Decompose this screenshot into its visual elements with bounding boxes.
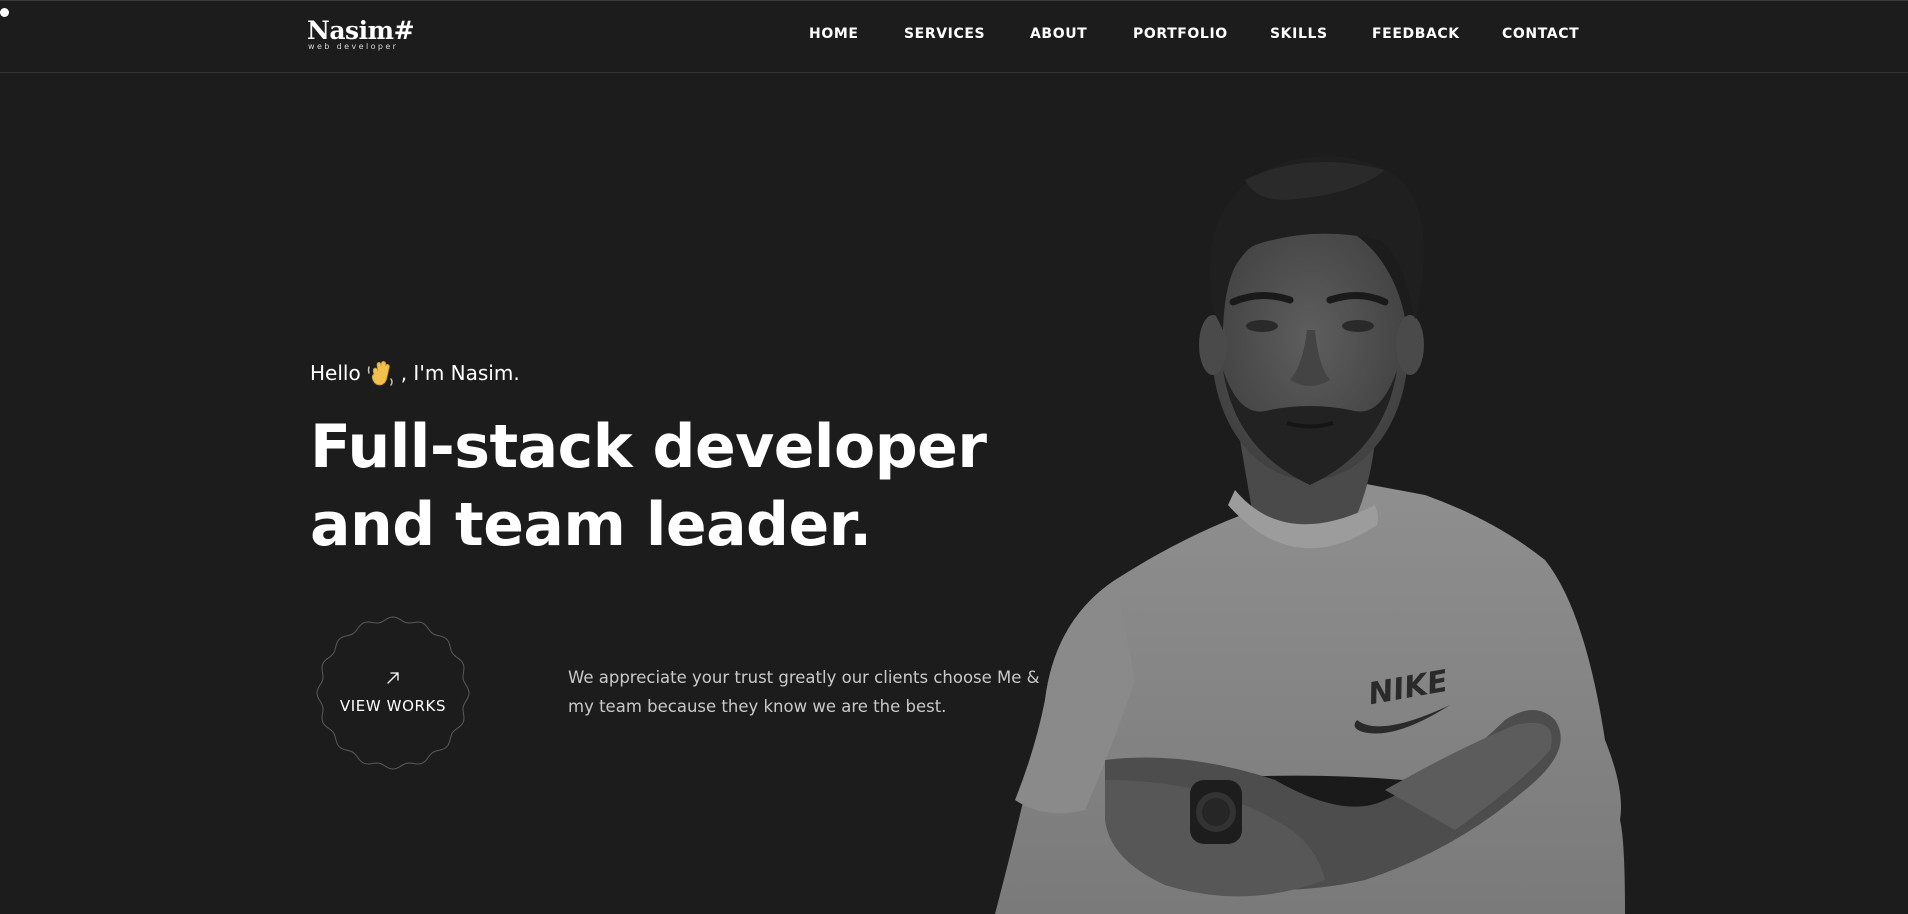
nav-services[interactable]: SERVICES <box>904 26 985 42</box>
cursor-dot <box>0 8 9 17</box>
brand-name: Nasim# <box>307 16 415 45</box>
nav-home[interactable]: HOME <box>809 26 859 42</box>
greeting-name: , I'm Nasim. <box>400 361 520 385</box>
nav-about[interactable]: ABOUT <box>1030 26 1087 42</box>
hero-intro-text: We appreciate your trust greatly our cli… <box>568 668 1040 716</box>
waving-hand-icon <box>367 361 393 386</box>
wavy-circle-outline <box>316 616 470 770</box>
person-portrait-image: NIKE <box>995 156 1625 914</box>
brand-logo[interactable]: Nasim# web developer <box>307 18 417 58</box>
headline-line-1: Full-stack developer <box>310 412 987 482</box>
nav-portfolio[interactable]: PORTFOLIO <box>1133 26 1228 42</box>
nav-contact[interactable]: CONTACT <box>1502 26 1579 42</box>
view-works-button[interactable]: VIEW WORKS <box>313 613 473 773</box>
hero-greeting: Hello , I'm Nasim. <box>310 357 520 389</box>
site-header: Nasim# web developer HOME SERVICES ABOUT… <box>0 1 1908 73</box>
nav-skills[interactable]: SKILLS <box>1270 26 1328 42</box>
greeting-hello: Hello <box>310 361 361 385</box>
headline-line-2: and team leader. <box>310 490 872 560</box>
view-works-label: VIEW WORKS <box>339 697 447 715</box>
arrow-up-right-icon <box>387 672 399 684</box>
nav-feedback[interactable]: FEEDBACK <box>1372 26 1460 42</box>
hero-headline: Full-stack developer and team leader. <box>310 408 1030 564</box>
